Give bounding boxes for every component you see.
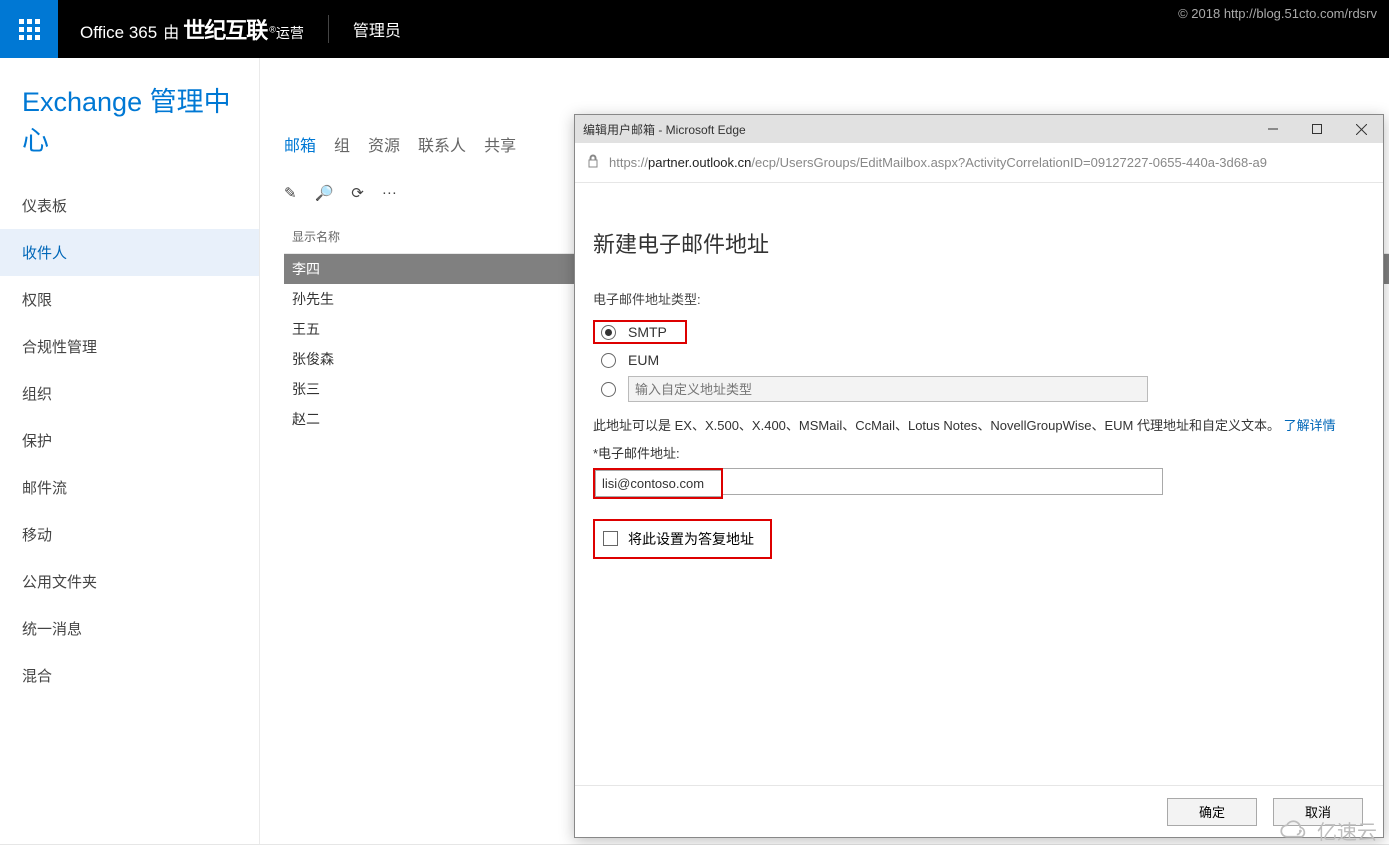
popup-titlebar[interactable]: 编辑用户邮箱 - Microsoft Edge bbox=[575, 115, 1383, 143]
waffle-icon bbox=[19, 19, 40, 40]
sidebar-item-9[interactable]: 统一消息 bbox=[0, 605, 259, 652]
reply-checkbox[interactable] bbox=[603, 531, 618, 546]
brand-operator-tail: ®运营 bbox=[269, 23, 304, 43]
cloud-icon bbox=[1277, 819, 1311, 843]
reply-label: 将此设置为答复地址 bbox=[628, 529, 754, 549]
edit-mailbox-popup: 编辑用户邮箱 - Microsoft Edge https://partner.… bbox=[574, 114, 1384, 838]
minimize-button[interactable] bbox=[1251, 115, 1295, 143]
ok-button[interactable]: 确定 bbox=[1167, 798, 1257, 826]
sidebar-item-8[interactable]: 公用文件夹 bbox=[0, 558, 259, 605]
email-input[interactable] bbox=[595, 470, 721, 497]
sidebar-item-7[interactable]: 移动 bbox=[0, 511, 259, 558]
dialog-title: 新建电子邮件地址 bbox=[593, 209, 1365, 289]
reply-address-row: 将此设置为答复地址 bbox=[593, 519, 772, 559]
radio-row-smtp: SMTP bbox=[593, 316, 1365, 348]
left-column: Exchange 管理中心 仪表板收件人权限合规性管理组织保护邮件流移动公用文件… bbox=[0, 58, 260, 844]
radio-eum-label: EUM bbox=[628, 352, 659, 368]
tab-0[interactable]: 邮箱 bbox=[284, 132, 316, 160]
maximize-button[interactable] bbox=[1295, 115, 1339, 143]
brand-office: Office 365 bbox=[80, 23, 157, 43]
radio-smtp[interactable] bbox=[601, 325, 616, 340]
page-title: Exchange 管理中心 bbox=[0, 80, 259, 182]
sidebar-nav: 仪表板收件人权限合规性管理组织保护邮件流移动公用文件夹统一消息混合 bbox=[0, 182, 259, 699]
popup-title: 编辑用户邮箱 - Microsoft Edge bbox=[583, 121, 746, 138]
tab-3[interactable]: 联系人 bbox=[418, 132, 466, 160]
close-button[interactable] bbox=[1339, 115, 1383, 143]
radio-custom[interactable] bbox=[601, 382, 616, 397]
custom-type-input[interactable] bbox=[628, 376, 1148, 402]
watermark-label: 亿速云 bbox=[1317, 816, 1377, 845]
more-icon[interactable]: ··· bbox=[382, 184, 397, 202]
topbar: Office 365 由 世纪互联 ®运营 管理员 © 2018 http://… bbox=[0, 0, 1389, 58]
address-bar[interactable]: https://partner.outlook.cn/ecp/UsersGrou… bbox=[575, 143, 1383, 183]
sidebar-item-6[interactable]: 邮件流 bbox=[0, 464, 259, 511]
radio-smtp-label: SMTP bbox=[628, 324, 667, 340]
popup-footer: 确定 取消 bbox=[575, 785, 1383, 837]
sidebar-item-4[interactable]: 组织 bbox=[0, 370, 259, 417]
close-icon bbox=[1356, 124, 1367, 135]
radio-eum[interactable] bbox=[601, 353, 616, 368]
app-launcher-button[interactable] bbox=[0, 0, 58, 58]
minimize-icon bbox=[1268, 124, 1278, 134]
sidebar-item-2[interactable]: 权限 bbox=[0, 276, 259, 323]
address-url: https://partner.outlook.cn/ecp/UsersGrou… bbox=[609, 155, 1371, 170]
tab-1[interactable]: 组 bbox=[334, 132, 350, 160]
sidebar-item-1[interactable]: 收件人 bbox=[0, 229, 259, 276]
help-text: 此地址可以是 EX、X.500、X.400、MSMail、CcMail、Lotu… bbox=[593, 416, 1365, 437]
topbar-divider bbox=[328, 15, 329, 43]
popup-body: 新建电子邮件地址 电子邮件地址类型: SMTP EUM 此地址可以是 EX、X.… bbox=[575, 183, 1383, 785]
sidebar-item-0[interactable]: 仪表板 bbox=[0, 182, 259, 229]
refresh-icon[interactable]: ⟳ bbox=[351, 184, 364, 202]
brand: Office 365 由 世纪互联 ®运营 bbox=[80, 13, 304, 45]
sidebar-item-5[interactable]: 保护 bbox=[0, 417, 259, 464]
sidebar-item-3[interactable]: 合规性管理 bbox=[0, 323, 259, 370]
lock-icon bbox=[587, 154, 599, 171]
brand-operator: 世纪互联 bbox=[183, 13, 267, 45]
search-icon[interactable]: 🔍 bbox=[315, 184, 334, 202]
brand-by: 由 bbox=[163, 19, 179, 43]
radio-row-eum: EUM bbox=[593, 348, 1365, 372]
sidebar-item-10[interactable]: 混合 bbox=[0, 652, 259, 699]
copyright-label: © 2018 http://blog.51cto.com/rdsrv bbox=[1178, 6, 1377, 21]
topbar-admin[interactable]: 管理员 bbox=[353, 17, 401, 41]
radio-row-custom bbox=[593, 372, 1365, 406]
learn-more-link[interactable]: 了解详情 bbox=[1284, 418, 1336, 433]
tab-2[interactable]: 资源 bbox=[368, 132, 400, 160]
tab-4[interactable]: 共享 bbox=[484, 132, 516, 160]
maximize-icon bbox=[1312, 124, 1322, 134]
watermark: 亿速云 bbox=[1277, 816, 1377, 845]
email-input-ext[interactable] bbox=[723, 468, 1163, 495]
email-type-label: 电子邮件地址类型: bbox=[593, 289, 1365, 308]
email-label: *电子邮件地址: bbox=[593, 443, 1365, 462]
edit-icon[interactable]: ✎ bbox=[284, 184, 297, 202]
email-input-row bbox=[593, 468, 1163, 499]
